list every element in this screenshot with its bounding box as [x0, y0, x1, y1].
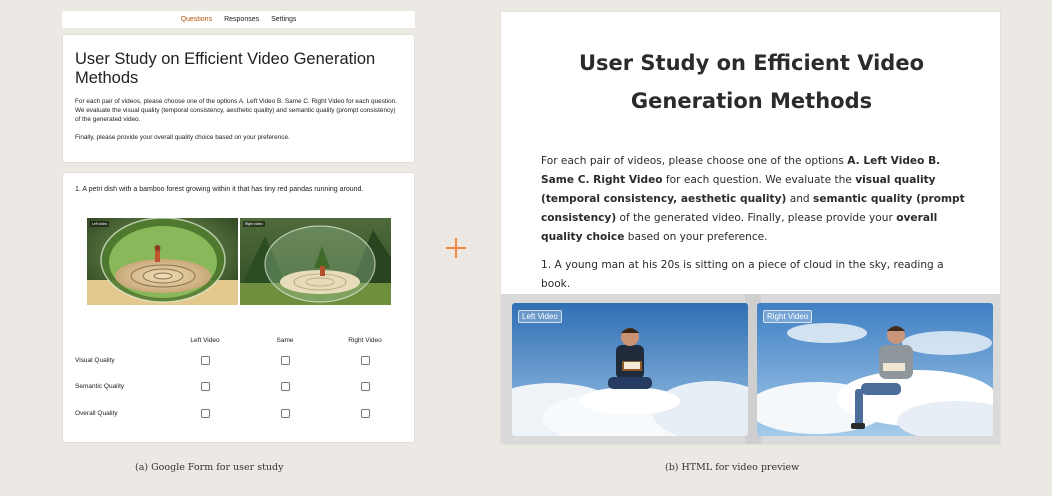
checkbox-semantic-left[interactable]: [200, 382, 210, 392]
preview-title: User Study on Efficient Video Generation…: [578, 51, 925, 113]
checkbox-overall-left[interactable]: [200, 408, 210, 418]
left-video-thumbnail[interactable]: Left video: [87, 218, 238, 305]
grid-header: Left Video Same Right Video: [75, 333, 405, 347]
preview-left-video[interactable]: Left Video: [512, 303, 748, 436]
form-final-note: Finally, please provide your overall qua…: [75, 134, 290, 141]
preview-question: 1. A young man at his 20s is sitting on …: [541, 259, 944, 290]
col-same: Same: [276, 336, 294, 344]
caption-b: (b) HTML for video preview: [665, 462, 800, 473]
preview-description: For each pair of videos, please choose o…: [541, 152, 971, 247]
form-description: For each pair of videos, please choose o…: [75, 98, 397, 123]
form-question-card: 1. A petri dish with a bamboo forest gro…: [62, 172, 415, 443]
checkbox-visual-left[interactable]: [200, 355, 210, 365]
question-text: 1. A petri dish with a bamboo forest gro…: [75, 186, 364, 193]
row-semantic-quality: Semantic Quality: [75, 374, 405, 401]
checkbox-overall-same[interactable]: [280, 408, 290, 418]
left-video-tag: Left video: [90, 221, 110, 227]
desc-text: of the generated video. Finally, please …: [616, 212, 897, 224]
form-tab-bar: Questions Responses Settings: [62, 11, 415, 28]
col-left-video: Left Video: [190, 336, 220, 344]
desc-text: For each pair of videos, please choose o…: [541, 155, 848, 167]
checkbox-overall-right[interactable]: [360, 408, 370, 418]
form-title: User Study on Efficient Video Generation…: [75, 50, 376, 87]
petri-dish-image-right: [240, 218, 391, 305]
preview-right-video[interactable]: Right Video: [757, 303, 993, 436]
petri-dish-image-left: [87, 218, 238, 305]
video-pair: Left video Right video: [87, 218, 392, 305]
checkbox-semantic-same[interactable]: [280, 382, 290, 392]
preview-video-row: Left Video Right Video: [501, 294, 1000, 444]
row-label: Overall Quality: [75, 409, 118, 417]
choice-grid: Left Video Same Right Video Visual Quali…: [75, 333, 405, 427]
row-label: Visual Quality: [75, 356, 115, 364]
checkbox-visual-right[interactable]: [360, 355, 370, 365]
tab-settings[interactable]: Settings: [271, 16, 296, 23]
tab-questions[interactable]: Questions: [181, 16, 213, 23]
checkbox-semantic-right[interactable]: [360, 382, 370, 392]
row-label: Semantic Quality: [75, 383, 125, 391]
form-header-card: User Study on Efficient Video Generation…: [62, 34, 415, 163]
desc-text: and: [786, 193, 814, 205]
caption-a: (a) Google Form for user study: [135, 462, 284, 473]
col-right-video: Right Video: [348, 336, 382, 344]
right-video-tag: Right video: [243, 221, 265, 227]
row-overall-quality: Overall Quality: [75, 400, 405, 427]
row-visual-quality: Visual Quality: [75, 347, 405, 374]
tab-responses[interactable]: Responses: [224, 16, 259, 23]
desc-text: based on your preference.: [624, 231, 768, 243]
plus-icon: [446, 238, 466, 258]
checkbox-visual-same[interactable]: [280, 355, 290, 365]
right-video-label: Right Video: [763, 310, 813, 323]
left-video-label: Left Video: [518, 310, 562, 323]
desc-text: for each question. We evaluate the: [662, 174, 856, 186]
right-video-thumbnail[interactable]: Right video: [240, 218, 391, 305]
html-preview-panel: User Study on Efficient Video Generation…: [500, 11, 1001, 445]
